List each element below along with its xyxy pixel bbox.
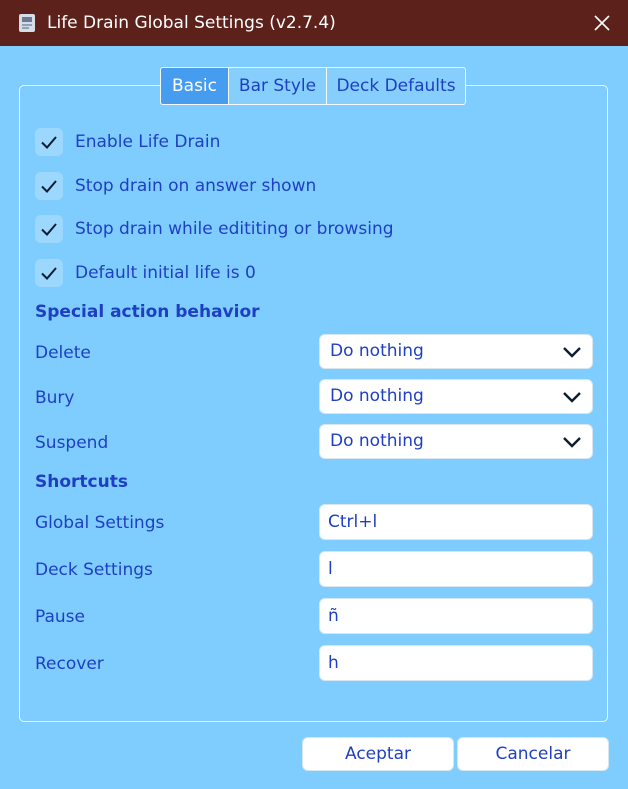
stop-drain-editing-option[interactable]: Stop drain while edititing or browsing: [35, 214, 394, 244]
delete-action-select[interactable]: Do nothing: [319, 334, 593, 369]
checkmark-icon: [41, 267, 57, 280]
app-icon: [19, 14, 35, 32]
close-icon: [594, 15, 610, 31]
initial-life-zero-checkbox[interactable]: [35, 259, 63, 287]
stop-drain-editing-label: Stop drain while edititing or browsing: [75, 219, 394, 239]
recover-label: Recover: [35, 654, 104, 674]
global-settings-label: Global Settings: [35, 513, 165, 533]
enable-life-drain-option[interactable]: Enable Life Drain: [35, 127, 220, 157]
accept-button[interactable]: Aceptar: [302, 737, 454, 771]
cancel-button[interactable]: Cancelar: [457, 737, 609, 771]
deck-settings-label: Deck Settings: [35, 560, 153, 580]
deck-settings-shortcut-input[interactable]: [319, 551, 593, 587]
suspend-label: Suspend: [35, 433, 109, 453]
settings-window: Life Drain Global Settings (v2.7.4) Basi…: [0, 0, 628, 789]
stop-drain-answer-label: Stop drain on answer shown: [75, 176, 317, 196]
global-settings-shortcut-input[interactable]: [319, 504, 593, 540]
delete-label: Delete: [35, 343, 91, 363]
initial-life-zero-option[interactable]: Default initial life is 0: [35, 258, 256, 288]
special-action-heading: Special action behavior: [35, 302, 260, 322]
checkmark-icon: [41, 223, 57, 236]
delete-action-value: Do nothing: [330, 341, 424, 361]
chevron-down-icon: [563, 392, 581, 403]
tab-bar-style[interactable]: Bar Style: [229, 67, 327, 105]
chevron-down-icon: [563, 437, 581, 448]
window-title: Life Drain Global Settings (v2.7.4): [47, 13, 336, 33]
pause-label: Pause: [35, 607, 85, 627]
checkmark-icon: [41, 180, 57, 193]
suspend-action-value: Do nothing: [330, 431, 424, 451]
tab-deck-defaults[interactable]: Deck Defaults: [327, 67, 466, 105]
checkmark-icon: [41, 136, 57, 149]
tab-basic[interactable]: Basic: [160, 67, 229, 105]
chevron-down-icon: [563, 347, 581, 358]
close-button[interactable]: [585, 8, 619, 38]
stop-drain-answer-checkbox[interactable]: [35, 172, 63, 200]
recover-shortcut-input[interactable]: [319, 645, 593, 681]
enable-life-drain-label: Enable Life Drain: [75, 132, 221, 152]
stop-drain-editing-checkbox[interactable]: [35, 215, 63, 243]
tab-bar: Basic Bar Style Deck Defaults: [160, 67, 466, 105]
bury-label: Bury: [35, 388, 75, 408]
suspend-action-select[interactable]: Do nothing: [319, 424, 593, 459]
bury-action-select[interactable]: Do nothing: [319, 379, 593, 414]
shortcuts-heading: Shortcuts: [35, 472, 128, 492]
enable-life-drain-checkbox[interactable]: [35, 128, 63, 156]
stop-drain-answer-option[interactable]: Stop drain on answer shown: [35, 171, 316, 201]
title-bar[interactable]: Life Drain Global Settings (v2.7.4): [0, 0, 628, 46]
initial-life-zero-label: Default initial life is 0: [75, 263, 256, 283]
bury-action-value: Do nothing: [330, 386, 424, 406]
pause-shortcut-input[interactable]: [319, 598, 593, 634]
